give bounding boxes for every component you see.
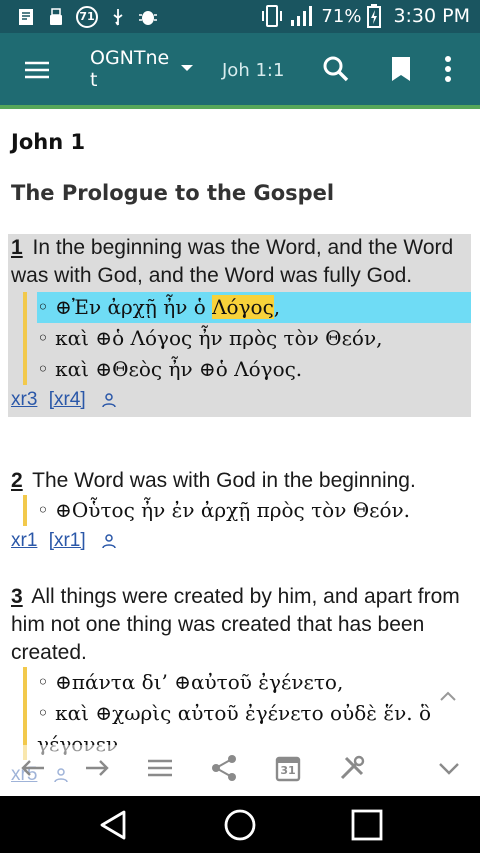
- greek-line[interactable]: ◦ καὶ ⊕ὁ Λόγος ἦν πρὸς τὸν Θεόν,: [37, 323, 471, 354]
- android-debug-icon: [139, 11, 157, 25]
- xref-link[interactable]: xr3: [11, 389, 37, 410]
- search-icon[interactable]: [322, 55, 350, 83]
- back-arrow-icon[interactable]: [18, 753, 48, 783]
- share-icon[interactable]: [209, 753, 239, 783]
- verse-text: 2 The Word was with God in the beginning…: [11, 469, 416, 492]
- clock: 3:30 PM: [393, 5, 470, 27]
- status-bar: 71 71% 3:30 PM: [0, 0, 480, 33]
- module-selector[interactable]: OGNTnet: [90, 47, 176, 91]
- verse-1[interactable]: 1 In the beginning was the Word, and the…: [8, 234, 471, 417]
- verse-number[interactable]: 2: [11, 469, 23, 492]
- more-options-icon[interactable]: [438, 55, 458, 83]
- menu-icon[interactable]: [22, 55, 52, 85]
- nav-home-icon[interactable]: [223, 808, 257, 842]
- usb-drive-icon: [50, 8, 62, 25]
- nav-recents-icon[interactable]: [350, 808, 384, 842]
- system-nav-bar: [0, 796, 480, 853]
- greek-text-block: ◦ ⊕Οὗτος ἦν ἐν ἀρχῇ πρὸς τὸν Θεόν.: [23, 495, 469, 526]
- scroll-up-icon[interactable]: [438, 689, 458, 703]
- section-heading: The Prologue to the Gospel: [11, 181, 335, 205]
- greek-text-block: ◦ ⊕Ἐν ἀρχῇ ἦν ὁ Λόγος, ◦ καὶ ⊕ὁ Λόγος ἦν…: [23, 292, 471, 385]
- vibrate-icon: [262, 5, 283, 27]
- calendar-day: 31: [280, 764, 296, 777]
- cross-references: xr3 [xr4]: [11, 389, 471, 417]
- notification-doc-icon: [19, 9, 33, 25]
- xref-link[interactable]: [xr4]: [49, 389, 86, 410]
- greek-line[interactable]: ◦ ⊕πάντα δι’ ⊕αὐτοῦ ἐγένετο,: [37, 667, 469, 698]
- person-icon[interactable]: [101, 533, 117, 549]
- usb-icon: [113, 9, 123, 26]
- cross-references: xr1 [xr1]: [11, 530, 469, 552]
- chapter-title: John 1: [11, 130, 86, 154]
- notification-badge: 71: [76, 6, 98, 28]
- bottom-toolbar: 31: [0, 745, 480, 795]
- tools-icon[interactable]: [337, 753, 367, 783]
- forward-arrow-icon[interactable]: [82, 753, 112, 783]
- verse-text: 1 In the beginning was the Word, and the…: [11, 236, 454, 287]
- battery-percent: 71%: [321, 5, 362, 27]
- person-icon[interactable]: [101, 392, 117, 408]
- greek-line[interactable]: ◦ ⊕Οὗτος ἦν ἐν ἀρχῇ πρὸς τὸν Θεόν.: [37, 495, 469, 526]
- reference-selector[interactable]: Joh 1:1: [222, 60, 284, 81]
- xref-link[interactable]: [xr1]: [49, 530, 86, 551]
- battery-charging-icon: [367, 4, 382, 28]
- dropdown-arrow-icon[interactable]: [180, 63, 194, 73]
- verse-2[interactable]: 2 The Word was with God in the beginning…: [11, 467, 469, 552]
- greek-line[interactable]: ◦ ⊕Ἐν ἀρχῇ ἦν ὁ Λόγος,: [37, 292, 471, 323]
- verse-number[interactable]: 1: [11, 236, 23, 259]
- greek-line[interactable]: ◦ καὶ ⊕χωρὶς αὐτοῦ ἐγένετο οὐδὲ ἕν. ὃ: [37, 698, 469, 729]
- calendar-icon[interactable]: 31: [273, 753, 303, 783]
- list-icon[interactable]: [145, 753, 175, 783]
- highlighted-word[interactable]: Λόγος: [212, 295, 274, 319]
- verse-number[interactable]: 3: [11, 585, 23, 608]
- nav-back-icon[interactable]: [96, 808, 130, 842]
- verse-text: 3 All things were created by him, and ap…: [11, 585, 460, 664]
- bookmark-icon[interactable]: [388, 55, 414, 83]
- collapse-toolbar-icon[interactable]: [434, 753, 464, 783]
- bible-text-view[interactable]: John 1 The Prologue to the Gospel 1 In t…: [0, 109, 480, 796]
- app-toolbar: OGNTnet Joh 1:1: [0, 33, 480, 105]
- greek-line[interactable]: ◦ καὶ ⊕Θεὸς ἦν ⊕ὁ Λόγος.: [37, 354, 471, 385]
- xref-link[interactable]: xr1: [11, 530, 37, 551]
- signal-icon: [291, 6, 313, 26]
